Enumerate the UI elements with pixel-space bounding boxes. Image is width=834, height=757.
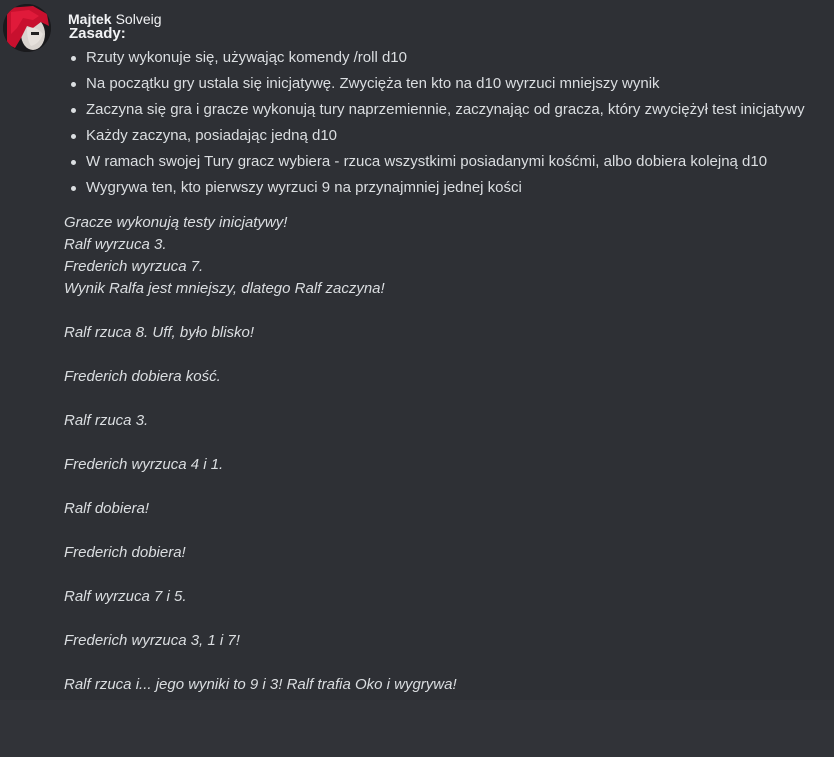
bullet-icon	[71, 134, 76, 139]
story-line: Ralf rzuca 3.	[64, 412, 149, 429]
story-line: Wynik Ralfa jest mniejszy, dlatego Ralf …	[64, 280, 385, 297]
story-line: Ralf wyrzuca 3.	[64, 236, 167, 253]
rule-text: Zaczyna się gra i gracze wykonują tury n…	[86, 101, 805, 118]
rule-text: Rzuty wykonuje się, używając komendy /ro…	[86, 49, 407, 66]
bullet-icon	[71, 56, 76, 61]
rules-title: Zasady:	[69, 25, 126, 42]
rules-list: Rzuty wykonuje się, używając komendy /ro…	[64, 45, 824, 201]
story-line: Ralf rzuca i... jego wyniki to 9 i 3! Ra…	[64, 676, 457, 693]
rule-item: Wygrywa ten, kto pierwszy wyrzuci 9 na p…	[71, 175, 824, 201]
rule-item: W ramach swojej Tury gracz wybiera - rzu…	[71, 149, 824, 175]
story-line: Frederich dobiera!	[64, 544, 186, 561]
rule-item: Na początku gry ustala się inicjatywę. Z…	[71, 71, 824, 97]
story-line: Ralf dobiera!	[64, 500, 150, 517]
avatar-image	[3, 4, 51, 52]
story-line: Frederich wyrzuca 7.	[64, 258, 204, 275]
bullet-icon	[71, 186, 76, 191]
avatar[interactable]	[3, 4, 51, 52]
story-line: Frederich dobiera kość.	[64, 368, 221, 385]
rule-text: Każdy zaczyna, posiadając jedną d10	[86, 127, 338, 144]
rule-item: Zaczyna się gra i gracze wykonują tury n…	[71, 97, 824, 123]
bullet-icon	[71, 108, 76, 113]
story-line: Frederich wyrzuca 3, 1 i 7!	[64, 632, 240, 649]
chat-message: Majtek Solveig Zasady: Rzuty wykonuje się…	[0, 0, 834, 700]
rule-text: Na początku gry ustala się inicjatywę. Z…	[86, 75, 660, 92]
rule-item: Każdy zaczyna, posiadając jedną d10	[71, 123, 824, 149]
rule-text: Wygrywa ten, kto pierwszy wyrzuci 9 na p…	[86, 179, 522, 196]
story-text: Gracze wykonują testy inicjatywy! Ralf wy…	[64, 212, 824, 696]
bullet-icon	[71, 82, 76, 87]
message-content: Zasady: Rzuty wykonuje się, używając kom…	[64, 26, 824, 696]
story-line: Ralf rzuca 8. Uff, było blisko!	[64, 324, 255, 341]
rule-text: W ramach swojej Tury gracz wybiera - rzu…	[86, 153, 768, 170]
story-line: Gracze wykonują testy inicjatywy!	[64, 214, 288, 231]
story-line: Ralf wyrzuca 7 i 5.	[64, 588, 187, 605]
bullet-icon	[71, 160, 76, 165]
story-line: Frederich wyrzuca 4 i 1.	[64, 456, 224, 473]
rule-item: Rzuty wykonuje się, używając komendy /ro…	[71, 45, 824, 71]
